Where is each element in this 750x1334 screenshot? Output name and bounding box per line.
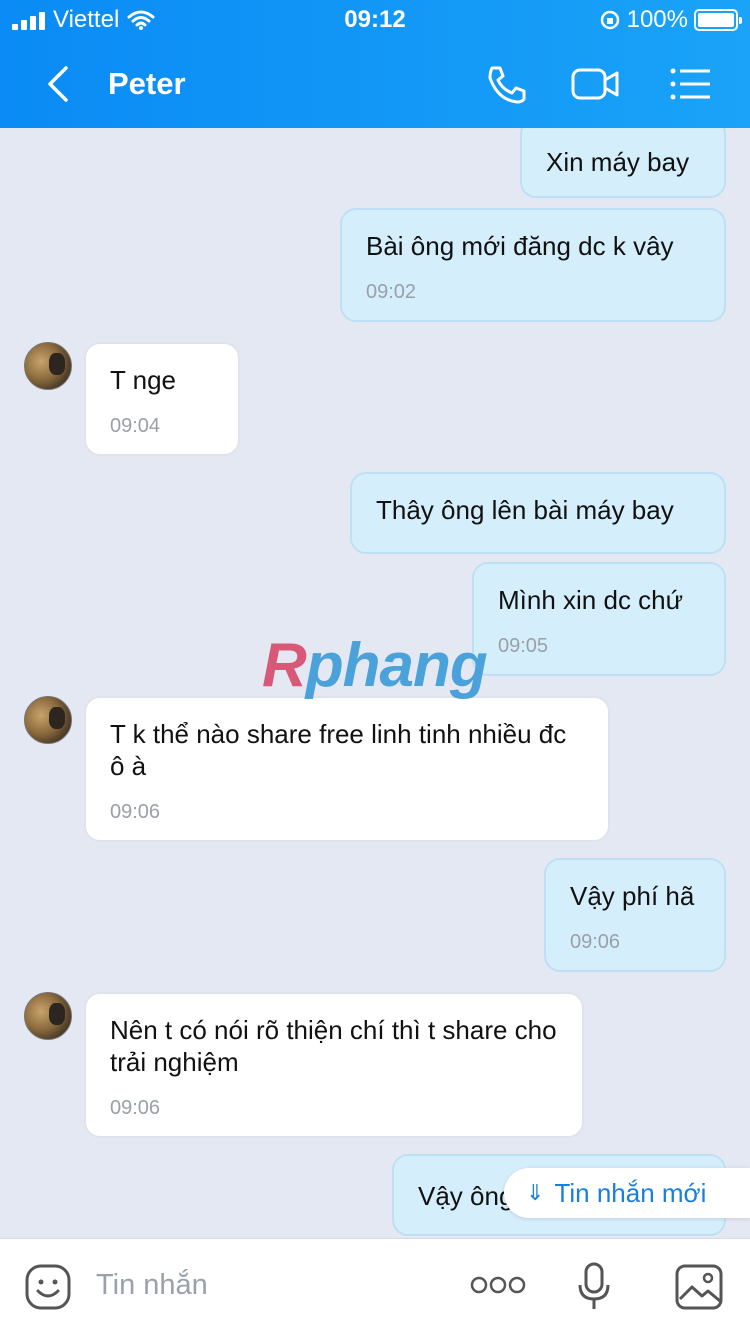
microphone-icon[interactable] [576,1261,612,1313]
more-icon[interactable] [470,1273,526,1297]
message-time: 09:06 [110,1097,161,1119]
status-right: 100% [599,6,742,34]
message-text: Bài ông mới đăng dc k vây [366,231,674,261]
image-icon[interactable] [674,1263,724,1311]
watermark-logo: Rphang [262,631,488,700]
message-text: Nên t có nói rõ thiện chí thì t share ch… [110,1015,557,1077]
phone-icon[interactable] [482,62,532,106]
message-time: 09:02 [366,281,417,303]
message-text: Mình xin dc chứ [498,585,684,615]
chat-header: Viettel 09:12 100% Peter [0,0,750,128]
new-message-label: Tin nhắn mới [554,1177,707,1208]
message-text: T k thể nào share free linh tinh nhiều đ… [110,719,567,781]
contact-name[interactable]: Peter [108,66,186,102]
message-bubble[interactable]: Xin máy bay [520,128,726,198]
message-bubble[interactable]: T k thể nào share free linh tinh nhiều đ… [84,696,610,842]
chevron-down-icon: ⇓ [526,1180,545,1205]
message-input[interactable]: Tin nhắn [96,1269,208,1302]
message-text: T nge [110,365,177,395]
message-bubble[interactable]: Mình xin dc chứ 09:05 [472,562,726,676]
back-icon[interactable] [40,64,80,104]
avatar[interactable] [24,992,72,1040]
message-text: Vậy phí hã [570,881,695,911]
input-bar: Tin nhắn [0,1238,750,1334]
avatar[interactable] [24,342,72,390]
message-bubble[interactable]: Bài ông mới đăng dc k vây 09:02 [340,208,726,322]
battery-percent: 100% [626,6,688,33]
message-text: Thây ông lên bài máy bay [376,495,674,525]
status-bar: Viettel 09:12 100% [0,0,750,40]
avatar[interactable] [24,696,72,744]
message-time: 09:06 [110,801,161,823]
message-text: Vậy ông [418,1181,514,1211]
video-call-icon[interactable] [570,62,620,106]
menu-icon[interactable] [666,62,716,106]
message-time: 09:04 [110,415,161,437]
message-bubble[interactable]: T nge 09:04 [84,342,240,456]
message-time: 09:06 [570,931,621,953]
nav-bar: Peter [0,50,750,120]
message-text: Xin máy bay [546,147,690,177]
new-message-button[interactable]: ⇓ Tin nhắn mới [504,1168,750,1218]
rotation-lock-icon [600,10,619,30]
message-bubble[interactable]: Nên t có nói rõ thiện chí thì t share ch… [84,992,584,1138]
message-bubble[interactable]: Vậy phí hã 09:06 [544,858,726,972]
message-time: 09:05 [498,635,549,657]
message-bubble[interactable]: Thây ông lên bài máy bay [350,472,726,554]
battery-icon [694,9,742,31]
sticker-icon[interactable] [24,1263,72,1311]
